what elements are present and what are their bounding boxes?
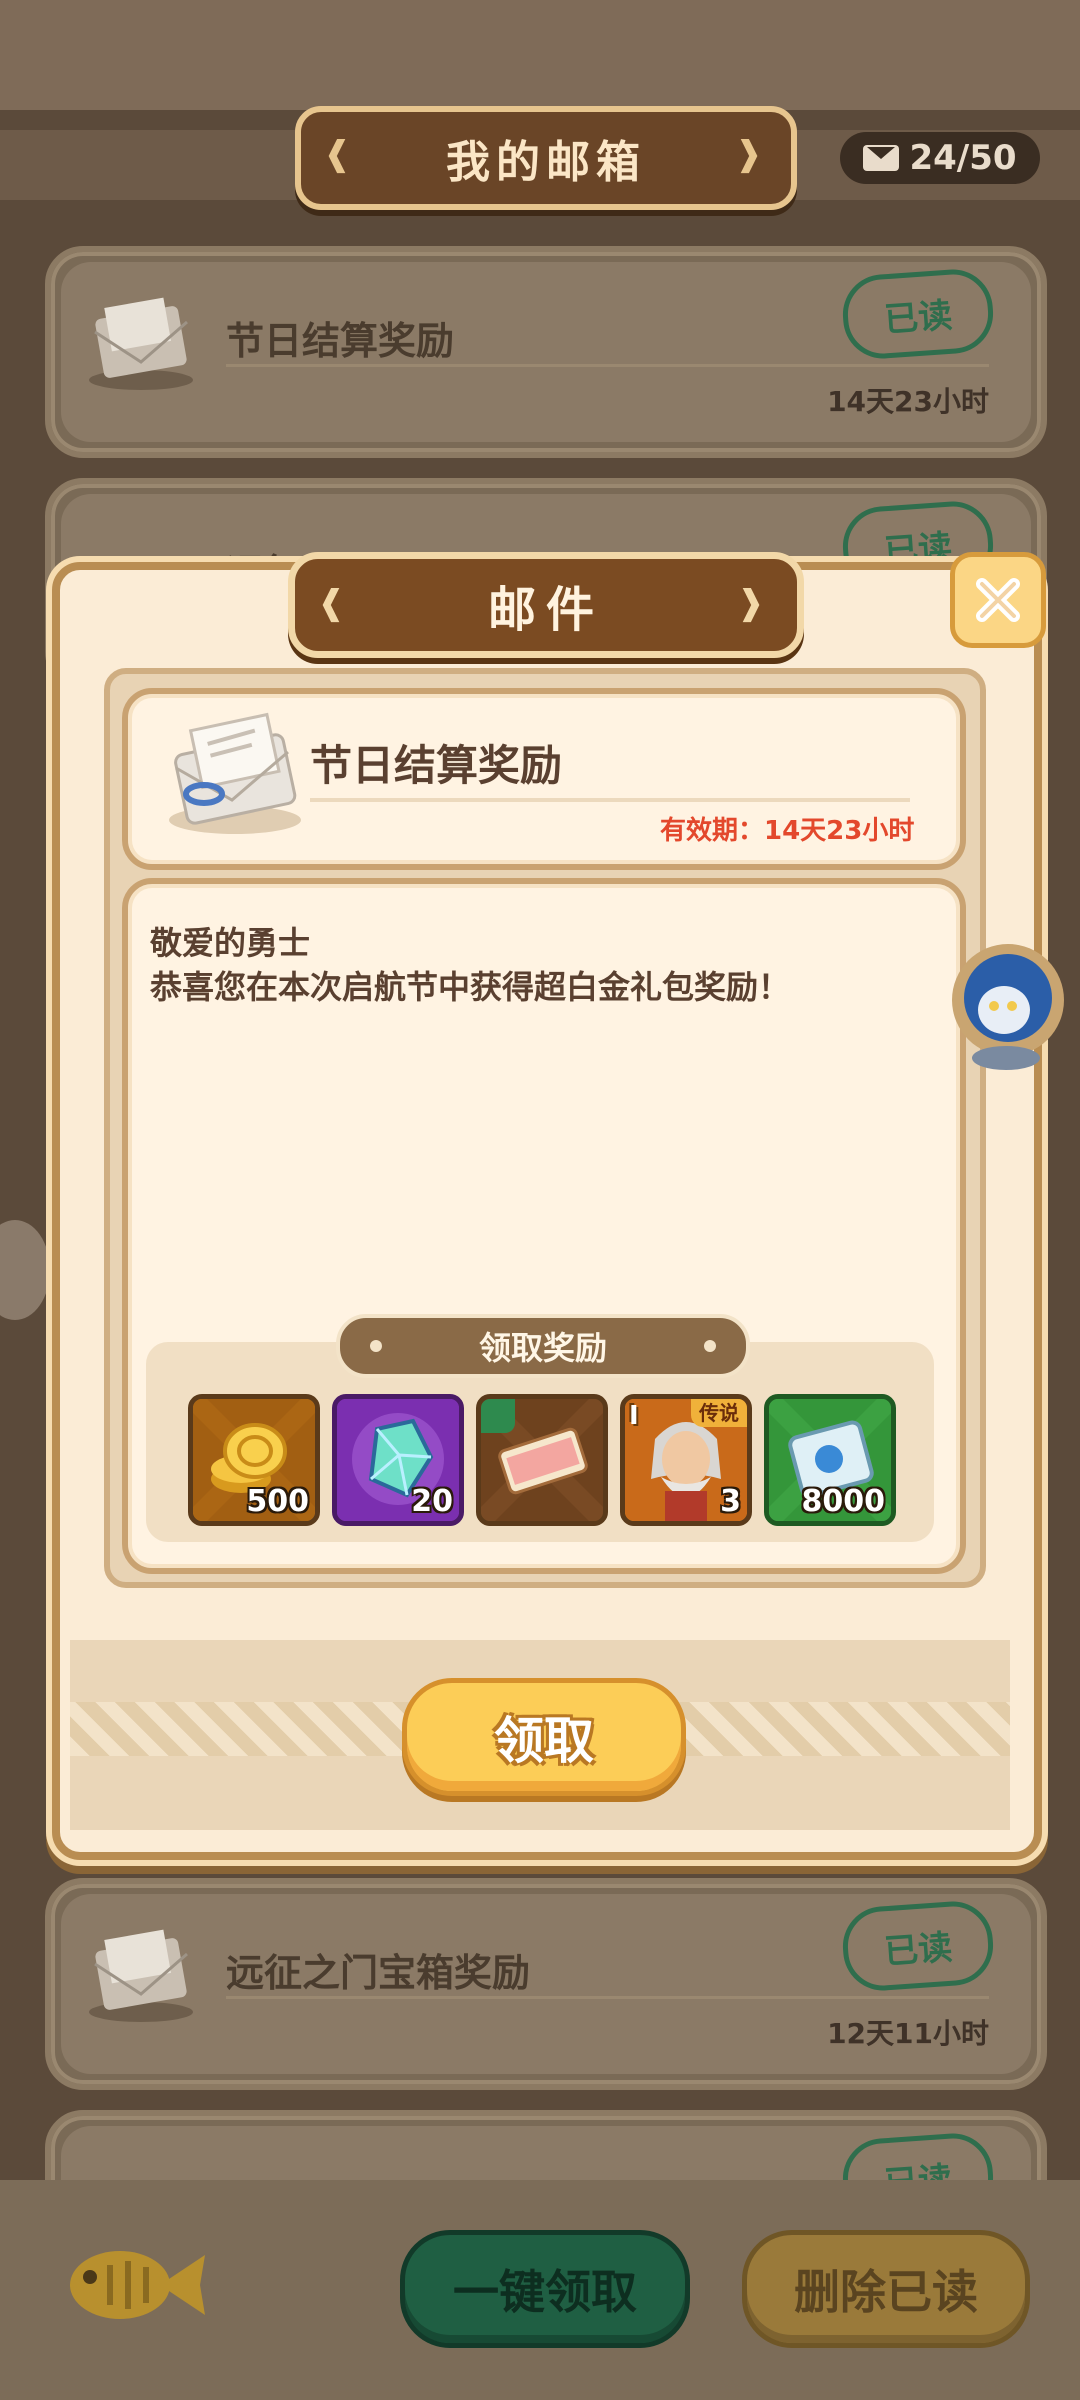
fishbone-icon — [70, 2251, 205, 2319]
swirl-right-icon: ❱ — [736, 583, 775, 623]
divider — [310, 798, 910, 802]
swirl-left-icon: ❰ — [323, 134, 358, 174]
envelope-icon — [89, 1929, 193, 2022]
side-tab[interactable] — [0, 1220, 50, 1320]
reward-label: 领取奖励 — [336, 1314, 750, 1378]
mail-detail-title: 节日结算奖励 — [310, 741, 563, 790]
top-background — [0, 0, 1080, 110]
reward-item-ticket[interactable] — [476, 1394, 608, 1526]
validity-text: 有效期：14天23小时 — [660, 816, 915, 846]
hero-rank: I — [629, 1401, 639, 1431]
claim-button[interactable]: 领取 — [402, 1678, 686, 1796]
mail-time: 12天11小时 — [827, 2017, 989, 2050]
mail-title: 远征之门宝箱奖励 — [226, 1951, 531, 1995]
reward-count: 500 — [246, 1484, 309, 1519]
claim-all-button[interactable]: 一键领取 — [400, 2230, 690, 2348]
reward-count: 3 — [720, 1484, 741, 1519]
reward-label-text: 领取奖励 — [478, 1329, 607, 1367]
reward-item-scroll[interactable]: 8000 — [764, 1394, 896, 1526]
envelope-icon — [89, 297, 193, 390]
reward-count: 8000 — [801, 1484, 886, 1519]
mascot-avatar[interactable] — [946, 940, 1066, 1076]
mail-content: 恭喜您在本次启航节中获得超白金礼包奖励！ — [150, 968, 791, 1006]
mail-list-item[interactable]: 远征之门宝箱奖励 12天11小时 已读 — [45, 1878, 1047, 2090]
reward-item-rainbow-crystal[interactable]: 20 — [332, 1394, 464, 1526]
mail-title: 节日结算奖励 — [226, 319, 455, 363]
close-button[interactable] — [950, 552, 1046, 648]
mail-time: 14天23小时 — [827, 385, 989, 418]
mail-greeting: 敬爱的勇士 — [150, 924, 311, 962]
read-stamp: 已读 — [840, 1898, 996, 1994]
reward-item-gold-coins[interactable]: 500 — [188, 1394, 320, 1526]
swirl-left-icon: ❰ — [317, 583, 356, 623]
delete-read-button[interactable]: 删除已读 — [742, 2230, 1030, 2348]
envelope-icon — [863, 145, 900, 171]
envelope-icon — [169, 712, 301, 834]
mail-count-badge: 24/50 — [840, 132, 1040, 184]
mail-list-item[interactable]: 节日结算奖励 14天23小时 已读 — [45, 246, 1047, 458]
mailbox-title-banner: ❰ 我的邮箱 ❱ — [295, 106, 797, 210]
read-stamp: 已读 — [840, 266, 996, 362]
reward-item-hero-portrait[interactable]: I 传说 3 — [620, 1394, 752, 1526]
mailbox-title: 我的邮箱 — [446, 137, 646, 188]
mail-count-text: 24/50 — [909, 138, 1017, 178]
reward-count: 20 — [411, 1484, 453, 1519]
swirl-right-icon: ❱ — [734, 134, 769, 174]
close-icon — [976, 578, 1020, 622]
modal-title: 邮件 — [487, 582, 604, 638]
timer-icon — [481, 1399, 515, 1433]
modal-title-banner: ❰ 邮件 ❱ — [288, 552, 804, 658]
legend-tag: 传说 — [691, 1399, 747, 1427]
